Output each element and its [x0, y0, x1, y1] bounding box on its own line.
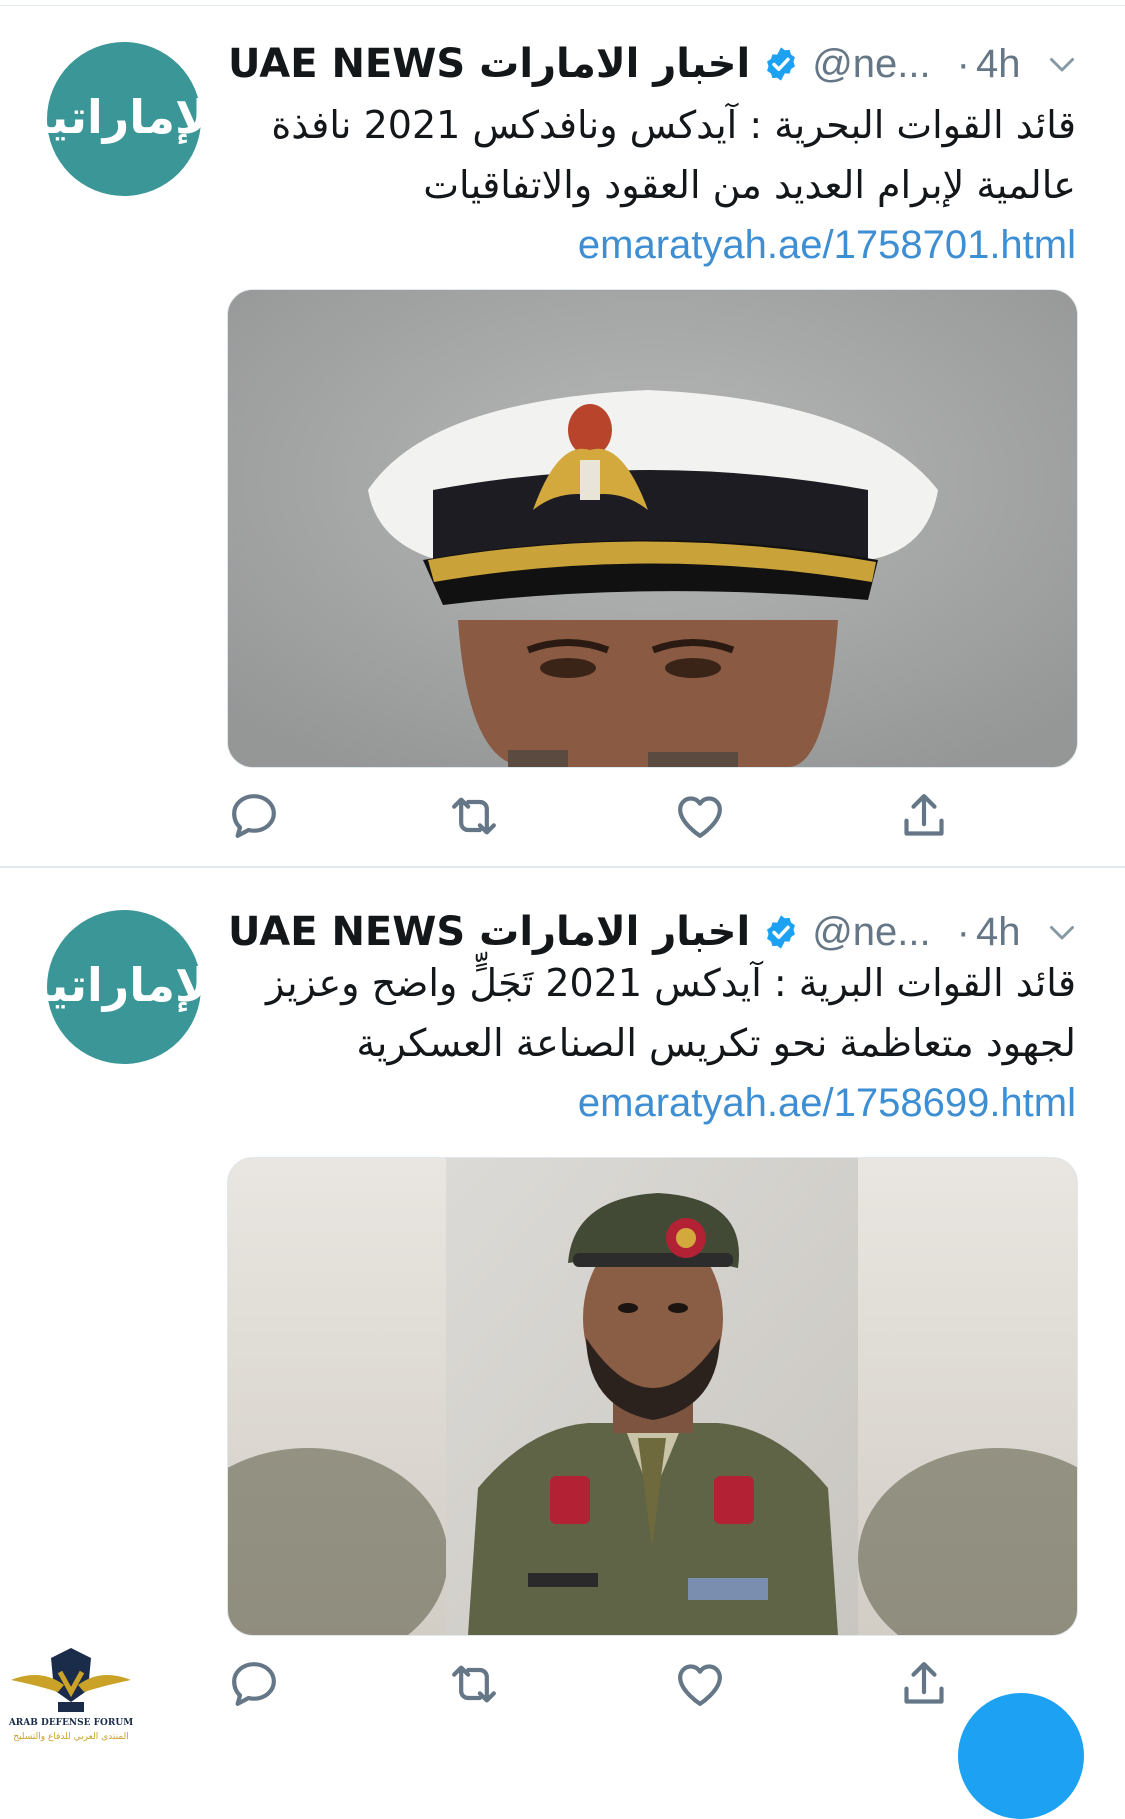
verified-badge-icon	[767, 915, 796, 949]
tweet-link[interactable]: emaratyah.ae/1758701.html	[578, 223, 1076, 267]
display-name[interactable]: UAE NEWS اخبار الامارات	[228, 909, 750, 955]
tweet-actions	[0, 1656, 1125, 1716]
tweet-header: UAE NEWS اخبار الامارات @ne... · 4h	[228, 36, 1088, 92]
avatar[interactable]: الإماراتية	[23, 910, 225, 1064]
reply-icon[interactable]	[226, 1656, 282, 1712]
verified-badge-icon	[767, 47, 796, 81]
eagle-shield-icon	[11, 1648, 131, 1712]
separator: ·	[956, 41, 970, 86]
media-image	[228, 1158, 1077, 1635]
timestamp[interactable]: 4h	[976, 42, 1021, 87]
tweet-body: قائد القوات البحرية : آيدكس ونافدكس 2021…	[271, 103, 1076, 207]
tweet-text: قائد القوات البحرية : آيدكس ونافدكس 2021…	[228, 95, 1076, 275]
tweet-media[interactable]	[227, 289, 1078, 768]
tweet-text: قائد القوات البرية : آيدكس 2021 تَجَلٍّ …	[228, 953, 1076, 1133]
tweet-media[interactable]	[227, 1157, 1078, 1636]
tweet[interactable]: الإماراتية UAE NEWS اخبار الامارات @ne..…	[0, 0, 1125, 868]
heart-icon[interactable]	[672, 1656, 728, 1712]
handle[interactable]: @ne...	[812, 42, 930, 87]
chevron-down-icon[interactable]	[1044, 914, 1080, 950]
tweet[interactable]: الإماراتية UAE NEWS اخبار الامارات @ne..…	[0, 868, 1125, 1745]
share-icon[interactable]	[896, 1656, 952, 1712]
tweet-body: قائد القوات البرية : آيدكس 2021 تَجَلٍّ …	[266, 961, 1076, 1065]
compose-tweet-button[interactable]	[958, 1693, 1084, 1819]
share-icon[interactable]	[896, 788, 952, 844]
watermark-logo: ARAB DEFENSE FORUM المنتدى العربي للدفاع…	[6, 1640, 136, 1745]
tweet-link[interactable]: emaratyah.ae/1758699.html	[578, 1081, 1076, 1125]
display-name[interactable]: UAE NEWS اخبار الامارات	[228, 41, 750, 87]
watermark-subtitle: المنتدى العربي للدفاع والتسليح	[13, 1732, 129, 1742]
avatar-text: الإماراتية	[23, 90, 225, 144]
reply-icon[interactable]	[226, 788, 282, 844]
handle[interactable]: @ne...	[812, 910, 930, 955]
heart-icon[interactable]	[672, 788, 728, 844]
timestamp[interactable]: 4h	[976, 910, 1021, 955]
media-image	[228, 290, 1077, 767]
tweet-header: UAE NEWS اخبار الامارات @ne... · 4h	[228, 904, 1088, 960]
avatar[interactable]: الإماراتية	[23, 42, 225, 196]
retweet-icon[interactable]	[446, 788, 502, 844]
chevron-down-icon[interactable]	[1044, 46, 1080, 82]
separator: ·	[956, 909, 970, 954]
avatar-text: الإماراتية	[23, 958, 225, 1012]
tweet-actions	[0, 788, 1125, 848]
retweet-icon[interactable]	[446, 1656, 502, 1712]
watermark-title: ARAB DEFENSE FORUM	[8, 1718, 134, 1728]
